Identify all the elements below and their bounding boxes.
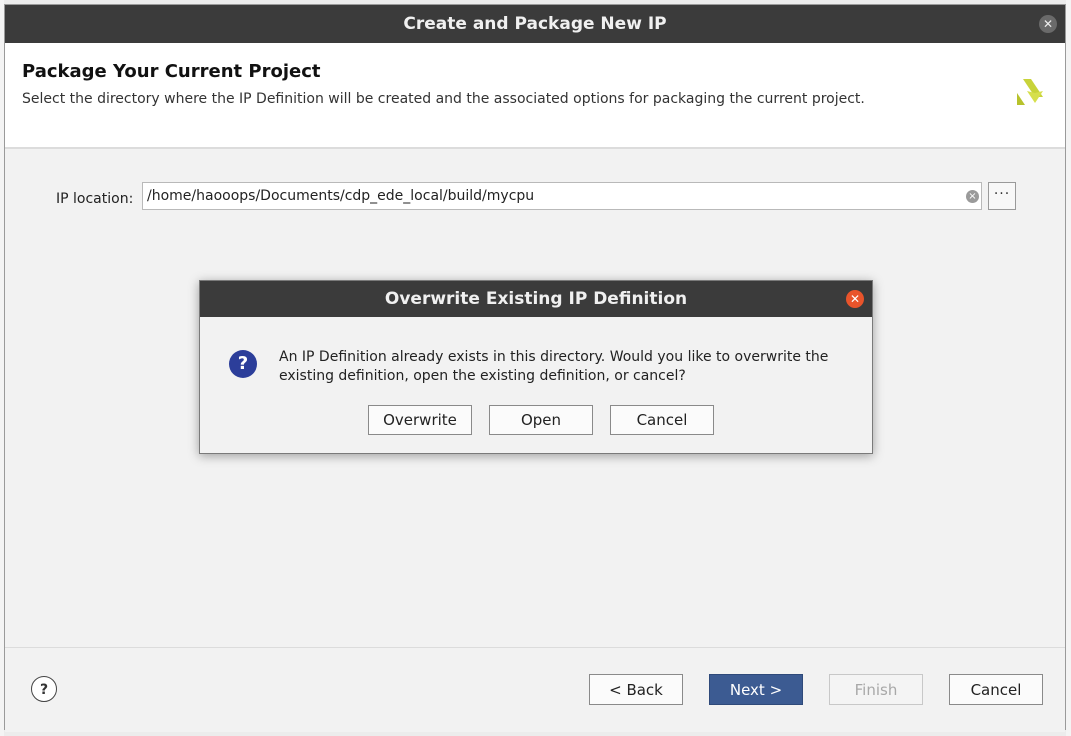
open-button[interactable]: Open [489,405,593,435]
page-subtitle: Select the directory where the IP Defini… [22,91,865,107]
dialog-message: An IP Definition already exists in this … [279,349,829,384]
back-button[interactable]: < Back [589,674,683,705]
cancel-button[interactable]: Cancel [949,674,1043,705]
background-strip-right [1066,0,1071,736]
ip-location-label: IP location: [56,191,134,207]
xilinx-logo-icon [1017,79,1043,105]
finish-button: Finish [829,674,923,705]
overwrite-button[interactable]: Overwrite [368,405,472,435]
overwrite-dialog: Overwrite Existing IP Definition ✕ ? An … [199,280,873,454]
window-title: Create and Package New IP [403,14,667,34]
dialog-close-icon[interactable]: ✕ [846,290,864,308]
page-title: Package Your Current Project [22,61,321,82]
next-button[interactable]: Next > [709,674,803,705]
window-close-icon[interactable]: ✕ [1039,15,1057,33]
dialog-titlebar[interactable]: Overwrite Existing IP Definition ✕ [200,281,872,317]
window-titlebar[interactable]: Create and Package New IP ✕ [5,5,1065,43]
ip-location-input[interactable] [142,182,982,210]
wizard-header: Package Your Current Project Select the … [5,43,1065,149]
dialog-title: Overwrite Existing IP Definition [384,289,688,309]
wizard-footer: ? < Back Next > Finish Cancel [5,647,1065,732]
help-icon[interactable]: ? [31,676,57,702]
question-icon: ? [229,350,257,378]
browse-button[interactable]: ··· [988,182,1016,210]
dialog-cancel-button[interactable]: Cancel [610,405,714,435]
clear-input-icon[interactable]: × [966,190,979,203]
